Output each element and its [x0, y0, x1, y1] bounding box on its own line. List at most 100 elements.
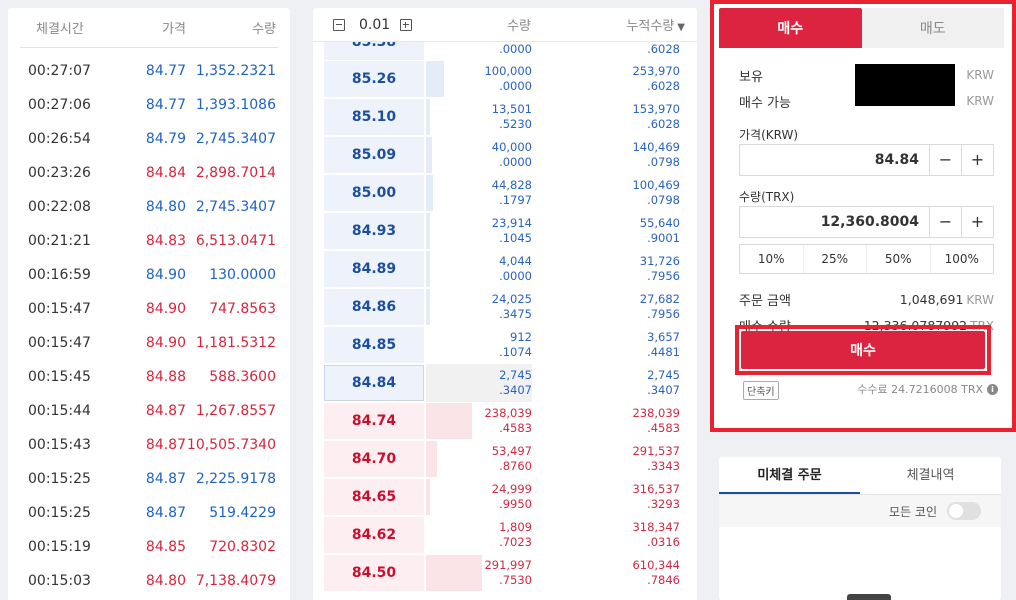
order-cum: 140,469.0798: [532, 136, 680, 174]
trade-price: 84.85: [145, 539, 186, 555]
percent-50-button[interactable]: 50%: [866, 245, 930, 273]
ask-row[interactable]: 85.09 40,000.0000 140,469.0798: [313, 136, 697, 174]
order-price[interactable]: 84.89: [324, 251, 424, 287]
order-price[interactable]: 85.10: [324, 99, 424, 135]
trade-qty: 6,513.0471: [195, 233, 276, 249]
quantity-minus-button[interactable]: −: [929, 207, 961, 237]
order-price[interactable]: 84.70: [324, 441, 424, 477]
order-qty-dec: .1045: [499, 231, 532, 245]
header-cumulative[interactable]: 누적수량 ▼: [531, 15, 685, 34]
percent-10-button[interactable]: 10%: [740, 245, 803, 273]
trade-row: 00:22:08 84.80 2,745.3407: [20, 190, 278, 224]
trade-price: 84.77: [145, 63, 186, 79]
percent-25-button[interactable]: 25%: [802, 245, 867, 273]
quantity-value[interactable]: 12,360.8004: [740, 207, 929, 237]
order-price[interactable]: 84.85: [324, 327, 424, 363]
price-input[interactable]: 84.84 − +: [739, 144, 994, 176]
ask-row[interactable]: 84.84 2,745.3407 2,745.3407: [313, 364, 697, 402]
ask-row[interactable]: 85.26 100,000.0000 253,970.6028: [313, 60, 697, 98]
shortcut-button[interactable]: 단축키: [743, 381, 779, 400]
trade-history-panel: 체결시간 가격 수량 00:27:07 84.77 1,352.2321 00:27:…: [8, 8, 290, 600]
ask-row[interactable]: 85.10 13,501.5230 153,970.6028: [313, 98, 697, 136]
order-form-highlight: 매수 매도 보유 KRW 매수 가능 KRW 가격(KRW) 84.84 − +: [710, 0, 1016, 432]
orderbook-rows: 85.38.0000.6028 85.26 100,000.0000 253,970.…: [313, 42, 697, 592]
holding-label: 보유: [739, 69, 763, 85]
order-total-unit: KRW: [966, 292, 994, 307]
ask-row[interactable]: 84.86 24,025.3475 27,682.7956: [313, 288, 697, 326]
order-price[interactable]: 84.86: [324, 289, 424, 325]
order-qty-int: 2,745: [499, 368, 532, 382]
orderbook-header: 0.01 수량 누적수량 ▼: [313, 8, 697, 42]
order-qty: 2,745.3407: [426, 364, 532, 402]
order-cum: 253,970.6028: [532, 60, 680, 98]
all-coins-toggle[interactable]: [947, 502, 981, 520]
header-time: 체결시간: [36, 22, 84, 37]
header-qty: 수량: [507, 19, 531, 34]
order-price[interactable]: 85.26: [324, 61, 424, 97]
order-qty: 291,997.7530: [426, 554, 532, 592]
order-price[interactable]: 84.93: [324, 213, 424, 249]
bid-row[interactable]: 84.74 238,039.4583 238,039.4583: [313, 402, 697, 440]
tab-open-orders[interactable]: 미체결 주문: [719, 457, 860, 494]
ask-row[interactable]: 85.00 44,828.1797 100,469.0798: [313, 174, 697, 212]
trade-row: 00:27:07 84.77 1,352.2321: [20, 54, 278, 88]
percent-100-button[interactable]: 100%: [929, 245, 994, 273]
sort-down-icon: ▼: [677, 22, 685, 33]
order-price[interactable]: 84.74: [324, 403, 424, 439]
order-cum-int: 318,347: [632, 520, 680, 534]
order-price[interactable]: 84.62: [324, 517, 424, 553]
order-price[interactable]: 85.38: [324, 42, 424, 60]
ask-row[interactable]: 84.85 912.1074 3,657.4481: [313, 326, 697, 364]
tab-buy[interactable]: 매수: [719, 8, 862, 48]
price-value[interactable]: 84.84: [740, 145, 929, 175]
order-price[interactable]: 84.50: [324, 555, 424, 591]
order-qty-int: 24,999: [491, 482, 532, 496]
order-qty-int: 53,497: [491, 444, 532, 458]
order-price[interactable]: 84.65: [324, 479, 424, 515]
order-cum-int: 2,745: [647, 368, 680, 382]
trade-price: 84.80: [145, 573, 186, 589]
trade-time: 00:15:47: [28, 301, 91, 317]
trade-time: 00:26:54: [28, 131, 91, 147]
order-price[interactable]: 85.00: [324, 175, 424, 211]
fee-info: 수수료 24.7216008 TRX i: [857, 381, 998, 397]
trade-price: 84.90: [145, 335, 186, 351]
bid-row[interactable]: 84.62 1,809.7023 318,347.0316: [313, 516, 697, 554]
quantity-plus-button[interactable]: +: [961, 207, 993, 237]
trade-time: 00:15:25: [28, 471, 91, 487]
tab-sell[interactable]: 매도: [861, 8, 1004, 48]
trade-time: 00:16:59: [28, 267, 91, 283]
tab-trade-history[interactable]: 체결내역: [860, 457, 1001, 494]
order-qty-dec: .9950: [499, 497, 532, 511]
trade-price: 84.87: [145, 471, 186, 487]
order-cum: 100,469.0798: [532, 174, 680, 212]
trade-qty: 2,745.3407: [195, 131, 276, 147]
open-orders-tabs: 미체결 주문 체결내역: [719, 457, 1001, 495]
ask-row[interactable]: 84.93 23,914.1045 55,640.9001: [313, 212, 697, 250]
quantity-input[interactable]: 12,360.8004 − +: [739, 206, 994, 238]
bid-row[interactable]: 84.70 53,497.8760 291,537.3343: [313, 440, 697, 478]
order-cum-dec: .0798: [647, 193, 680, 207]
tick-size-value: 0.01: [359, 16, 391, 33]
ask-row[interactable]: 84.89 4,044.0000 31,726.7956: [313, 250, 697, 288]
price-plus-button[interactable]: +: [961, 145, 993, 175]
order-price[interactable]: 85.09: [324, 137, 424, 173]
order-qty-dec: .1797: [499, 193, 532, 207]
order-cum-dec: .6028: [647, 79, 680, 93]
bid-row[interactable]: 84.65 24,999.9950 316,537.3293: [313, 478, 697, 516]
trade-price: 84.77: [145, 97, 186, 113]
info-icon[interactable]: i: [987, 383, 998, 395]
all-coins-label: 모든 코인: [889, 504, 937, 519]
trade-price: 84.88: [145, 369, 186, 385]
order-cum-int: 55,640: [639, 216, 680, 230]
price-minus-button[interactable]: −: [929, 145, 961, 175]
minus-icon[interactable]: [333, 18, 345, 31]
order-price[interactable]: 84.84: [324, 365, 424, 401]
buy-submit-button[interactable]: 매수: [741, 331, 985, 369]
trade-qty: 1,352.2321: [195, 63, 276, 79]
bid-row[interactable]: 84.50 291,997.7530 610,344.7846: [313, 554, 697, 592]
order-qty-dec: .3407: [499, 383, 532, 397]
plus-icon[interactable]: [400, 18, 413, 31]
trade-time: 00:21:21: [28, 233, 91, 249]
ask-row[interactable]: 85.38 .0000 .6028: [313, 42, 697, 60]
